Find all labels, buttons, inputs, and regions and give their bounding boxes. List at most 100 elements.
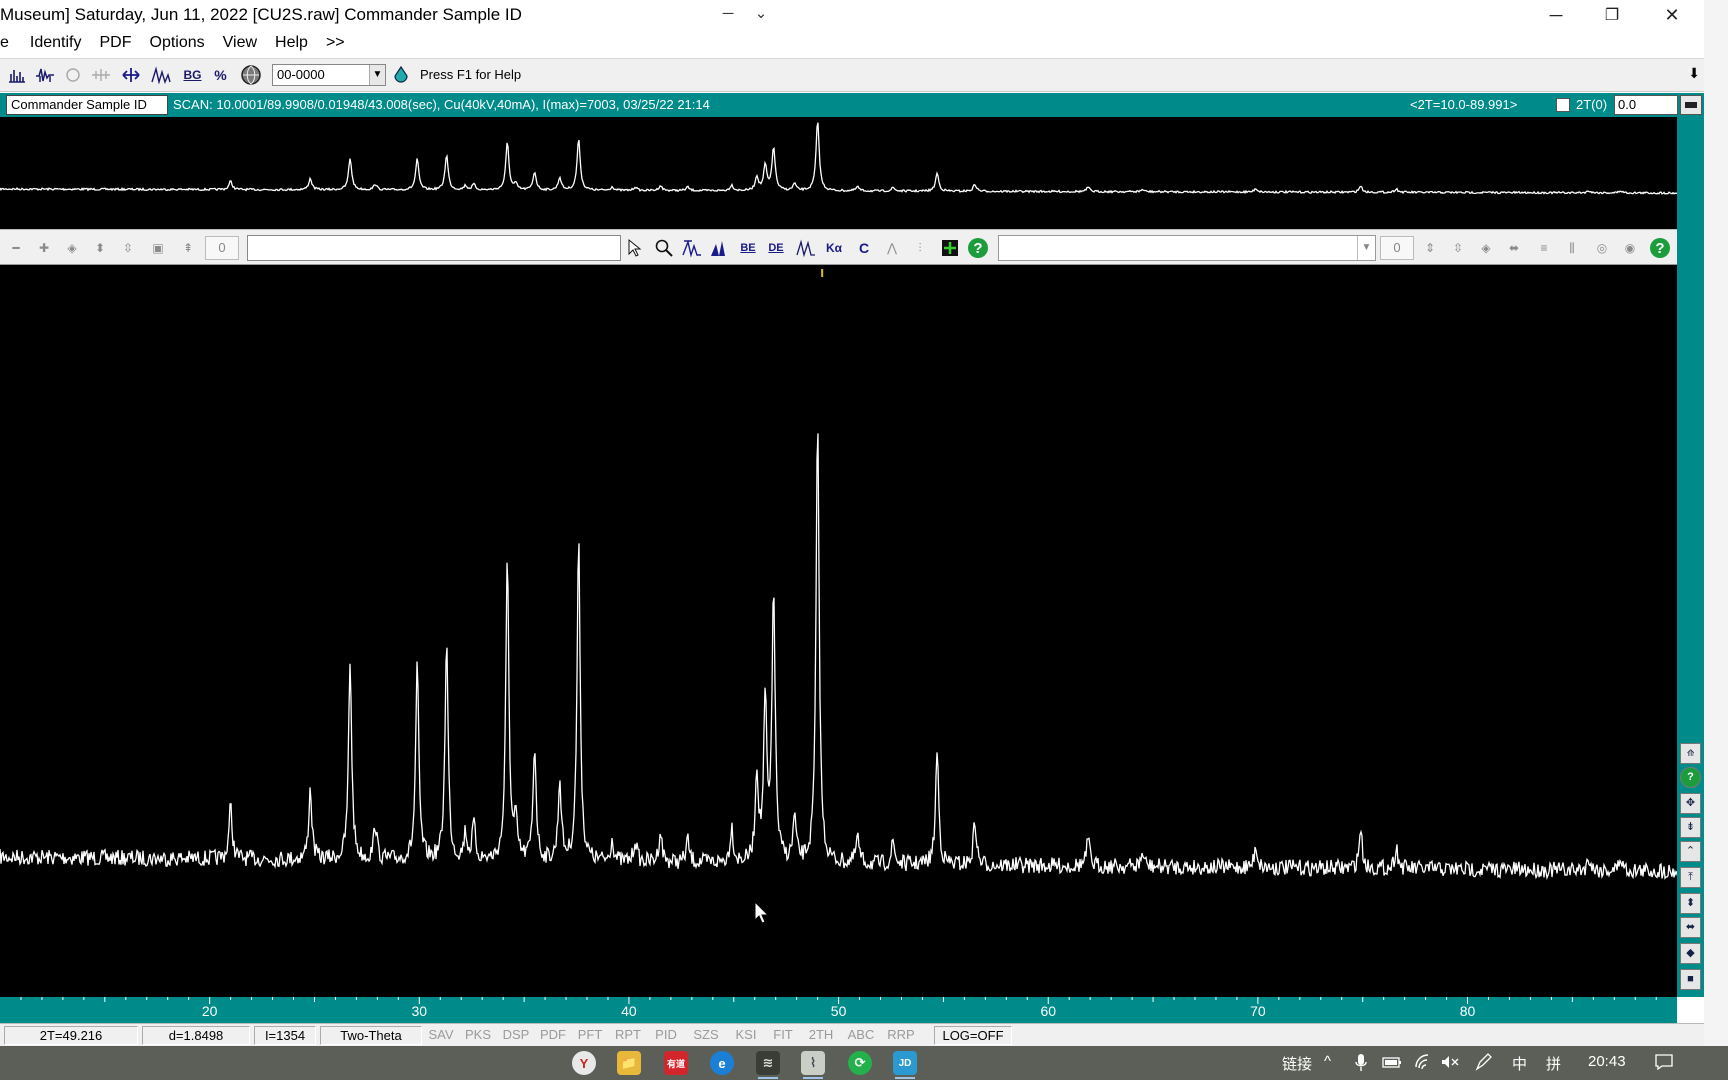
stick-icon[interactable]: ⫼ — [1560, 236, 1584, 260]
status-toggle-pks[interactable]: PKS — [460, 1026, 496, 1045]
menu-options[interactable]: Options — [141, 34, 214, 52]
chevron-up-icon[interactable]: ^ — [1324, 1053, 1331, 1070]
pen-icon[interactable] — [1474, 1053, 1494, 1071]
help-icon[interactable]: ? — [966, 236, 990, 260]
scale-up-disabled-icon[interactable]: ⇞ — [176, 236, 200, 260]
k-alpha-button[interactable]: Kα — [822, 236, 846, 260]
title-center-controls[interactable]: ─ ⌄ — [712, 0, 778, 26]
status-toggle-abc[interactable]: ABC — [842, 1026, 880, 1045]
menu-file-fragment[interactable]: e — [0, 34, 21, 52]
status-toggle-rpt[interactable]: RPT — [610, 1026, 646, 1045]
pattern-search-input[interactable] — [247, 235, 621, 261]
compress-icon[interactable]: ⬌ — [1502, 236, 1526, 260]
shift-vertical-disabled-icon[interactable]: ⇳ — [116, 236, 140, 260]
status-toggle-pft[interactable]: PFT — [572, 1026, 608, 1045]
percent-button[interactable]: % — [208, 63, 233, 87]
clock[interactable]: 20:43 — [1588, 1053, 1626, 1070]
wifi-icon[interactable] — [1414, 1053, 1434, 1071]
pdf-drop-icon[interactable] — [388, 63, 413, 87]
menu-identify[interactable]: Identify — [21, 34, 91, 52]
scale-icon[interactable]: ⟰ — [1680, 743, 1701, 764]
status-toggle-pid[interactable]: PID — [648, 1026, 684, 1045]
status-toggle-2th[interactable]: 2TH — [802, 1026, 840, 1045]
combo-arrow-icon[interactable]: ▼ — [1357, 236, 1375, 260]
fit-disabled-icon[interactable]: ▣ — [146, 236, 170, 260]
filled-peaks-icon[interactable] — [708, 236, 732, 260]
scale-up-icon[interactable]: ⇕ — [1418, 236, 1442, 260]
menu-view[interactable]: View — [214, 34, 266, 52]
chevron-down-icon[interactable]: ⌄ — [755, 4, 768, 22]
minimize-button[interactable]: ─ — [1528, 0, 1584, 30]
zoom-cursor-icon[interactable] — [624, 236, 648, 260]
stick-pattern-disabled-icon[interactable]: ⫶ — [908, 236, 932, 260]
layers-icon[interactable]: ≡ — [1532, 236, 1556, 260]
menu-more[interactable]: >> — [317, 34, 354, 52]
zoom-out-disabled-icon[interactable]: ━ — [4, 236, 28, 260]
calibrate-button[interactable]: C — [852, 236, 876, 260]
horizontal-expand-icon[interactable]: ⬌ — [1680, 917, 1701, 938]
scale-up-strip-icon[interactable]: ⌃ — [1680, 841, 1701, 862]
jade-app-icon[interactable]: ≋ — [756, 1051, 780, 1079]
zero-offset-checkbox[interactable] — [1556, 98, 1570, 112]
expand-horizontal-disabled-icon[interactable]: ◈ — [60, 236, 84, 260]
restore-button[interactable]: ❐ — [1584, 0, 1640, 30]
compress-vertical-icon[interactable]: ⇟ — [1680, 817, 1701, 838]
jade-main-icon[interactable]: JD — [893, 1051, 917, 1079]
globe-icon[interactable] — [238, 63, 263, 87]
left-step-value[interactable]: 0 — [205, 236, 239, 260]
status-toggle-sav[interactable]: SAV — [424, 1026, 458, 1045]
status-toggle-dsp[interactable]: DSP — [498, 1026, 534, 1045]
collapse-icon[interactable]: ─ — [723, 5, 734, 22]
status-mode[interactable]: Two-Theta — [320, 1026, 422, 1045]
peak-trace-icon[interactable] — [32, 63, 57, 87]
ime-language[interactable]: 中 — [1512, 1053, 1527, 1074]
edge-icon[interactable]: e — [710, 1051, 734, 1075]
cursor-move-icon[interactable] — [118, 63, 143, 87]
smooth-disabled-icon[interactable] — [88, 63, 113, 87]
expand-icon[interactable]: ◈ — [1474, 236, 1498, 260]
help-strip-icon[interactable]: ? — [1680, 767, 1701, 788]
peak-edit-disabled-icon[interactable]: ⋀ — [880, 236, 904, 260]
help-right-icon[interactable]: ? — [1648, 236, 1672, 260]
status-toggle-fit[interactable]: FIT — [766, 1026, 800, 1045]
volume-muted-icon[interactable] — [1440, 1053, 1460, 1071]
panel-toggle-button[interactable] — [1680, 95, 1702, 115]
expand-vertical-disabled-icon[interactable]: ⬍ — [88, 236, 112, 260]
browser-y-icon[interactable]: Y — [572, 1051, 596, 1075]
microphone-icon[interactable] — [1354, 1053, 1368, 1073]
sync-app-icon[interactable]: ⟳ — [848, 1051, 872, 1075]
tray-link-label[interactable]: 链接 — [1282, 1053, 1312, 1074]
refresh-disabled-icon[interactable] — [60, 63, 85, 87]
zero-offset-input[interactable]: 0.0 — [1614, 95, 1678, 115]
grid-icon[interactable] — [938, 236, 962, 260]
bar-pattern-icon[interactable] — [4, 63, 29, 87]
move-icon[interactable]: ✥ — [1680, 793, 1701, 814]
vertical-expand-icon[interactable]: ⬍ — [1680, 893, 1701, 914]
horizontal-shift-icon[interactable]: ◆ — [1680, 943, 1701, 964]
disk-icon[interactable]: ◉ — [1618, 236, 1642, 260]
youdao-icon[interactable]: 有道 — [664, 1051, 688, 1075]
top-icon[interactable]: ⤒ — [1680, 867, 1701, 888]
sample-id-field[interactable]: Commander Sample ID — [6, 95, 168, 115]
file-explorer-icon[interactable]: 📁 — [617, 1051, 641, 1075]
peak-label-icon[interactable] — [680, 236, 704, 260]
right-step-value[interactable]: 0 — [1380, 236, 1414, 260]
combo-arrow-icon[interactable]: ▼ — [369, 65, 385, 85]
background-button[interactable]: BG — [180, 63, 205, 87]
notification-icon[interactable] — [1654, 1053, 1674, 1071]
zoom-in-disabled-icon[interactable]: ✚ — [32, 236, 56, 260]
multi-peak-icon[interactable] — [794, 236, 818, 260]
status-toggle-szs[interactable]: SZS — [686, 1026, 726, 1045]
battery-icon[interactable] — [1382, 1053, 1402, 1071]
stop-icon[interactable]: ■ — [1680, 969, 1701, 990]
pdf-card-combo[interactable]: ▼ — [998, 235, 1376, 261]
status-toggle-rrp[interactable]: RRP — [882, 1026, 920, 1045]
shift-icon[interactable]: ⇳ — [1446, 236, 1470, 260]
chart-app-icon[interactable]: ⌇ — [801, 1051, 825, 1079]
status-log[interactable]: LOG=OFF — [934, 1026, 1012, 1045]
overview-pattern-pane[interactable] — [0, 117, 1677, 229]
peak-overlay-icon[interactable] — [148, 63, 173, 87]
main-pattern-pane[interactable] — [0, 265, 1677, 997]
target-icon[interactable]: ◎ — [1590, 236, 1614, 260]
pdf-number-combo[interactable]: 00-0000 ▼ — [272, 64, 386, 86]
